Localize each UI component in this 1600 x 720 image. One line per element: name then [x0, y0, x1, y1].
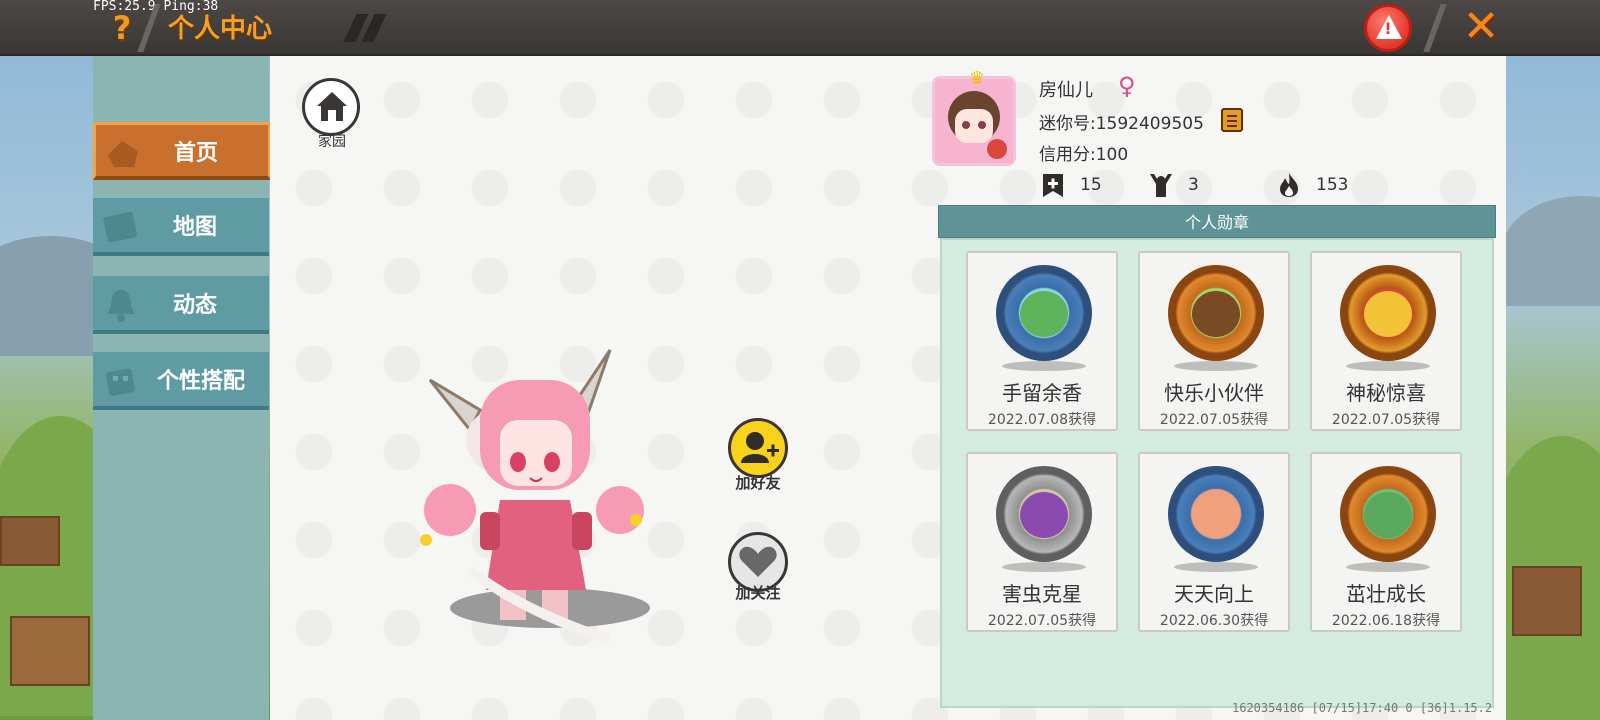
badge-card[interactable]: 手留余香 2022.07.08获得 — [966, 251, 1118, 431]
badge-name: 快乐小伙伴 — [1164, 381, 1264, 405]
build-info: 1620354186 [07/15]17:40 0 [36]1.15.2 — [1232, 701, 1493, 715]
username: 房仙儿 — [1039, 80, 1093, 101]
stat-value: 15 — [1080, 175, 1102, 195]
medal-shadow — [1174, 562, 1258, 572]
crown-icon: ♛ — [969, 68, 986, 89]
help-button[interactable]: ? — [104, 6, 140, 50]
badge-card[interactable]: 害虫克星 2022.07.05获得 — [966, 452, 1118, 632]
stat-fans: 3 — [1148, 170, 1199, 200]
nav-item-outfit[interactable]: 个性搭配 — [93, 352, 269, 410]
cheer-icon — [1150, 174, 1172, 197]
badge-medal-icon — [1168, 265, 1264, 361]
top-bar: FPS:25.9 Ping:38 ? 个人中心 ! ✕ — [0, 0, 1600, 56]
credit-score: 信用分:100 — [1039, 145, 1129, 165]
divider — [1423, 4, 1447, 52]
add-friend-label: 加好友 — [735, 474, 781, 492]
nav-item-home[interactable]: 首页 — [93, 122, 271, 180]
medal-shadow — [1346, 562, 1430, 572]
stat-value: 3 — [1188, 175, 1199, 195]
nav-item-label: 地图 — [172, 215, 217, 240]
avatar-portrait — [935, 79, 1013, 163]
badges-header: 个人勋章 — [938, 205, 1496, 238]
house-icon — [317, 92, 347, 121]
bookmark-plus-icon — [1043, 174, 1063, 197]
badge-date: 2022.07.08获得 — [987, 412, 1097, 428]
add-friend-icon — [741, 432, 779, 463]
badge-medal-icon — [1340, 265, 1436, 361]
badge-date: 2022.07.05获得 — [1331, 412, 1441, 428]
badge-name: 手留余香 — [1002, 381, 1082, 405]
badge-medal-icon — [996, 265, 1092, 361]
nav-item-label: 个性搭配 — [156, 369, 245, 394]
warning-mark: ! — [1384, 19, 1392, 38]
home-wall-icon — [108, 141, 138, 167]
close-button[interactable]: ✕ — [1456, 2, 1506, 52]
nav-item-label: 动态 — [172, 293, 217, 318]
nav-item-label: 首页 — [173, 140, 218, 166]
home-label: 家园 — [318, 134, 346, 150]
nav-item-feed[interactable]: 动态 — [93, 276, 269, 334]
background-scenery-left — [0, 56, 94, 720]
heart-icon — [739, 546, 777, 577]
gender-female-icon: ♀ — [1118, 72, 1136, 100]
background-scenery-right — [1492, 56, 1600, 720]
badge-card[interactable]: 茁壮成长 2022.06.18获得 — [1310, 452, 1462, 632]
medal-shadow — [1002, 562, 1086, 572]
badge-medal-icon — [1168, 466, 1264, 562]
flame-icon — [1280, 173, 1298, 197]
mini-id: 迷你号:1592409505 — [1039, 114, 1204, 134]
decorative-stripes — [343, 14, 390, 42]
stat-popularity: 153 — [1276, 170, 1348, 200]
badge-date: 2022.06.30获得 — [1159, 613, 1269, 629]
badge-name: 神秘惊喜 — [1346, 381, 1426, 405]
badge-card[interactable]: 天天向上 2022.06.30获得 — [1138, 452, 1290, 632]
badge-card[interactable]: 快乐小伙伴 2022.07.05获得 — [1138, 251, 1290, 431]
side-nav: 首页 地图 动态 个性搭配 — [93, 56, 271, 720]
badge-date: 2022.07.05获得 — [987, 613, 1097, 629]
badge-name: 茁壮成长 — [1346, 582, 1426, 606]
nav-item-map[interactable]: 地图 — [93, 198, 269, 256]
bell-icon — [107, 290, 135, 322]
badge-medal-icon — [1340, 466, 1436, 562]
badge-name: 天天向上 — [1174, 582, 1254, 606]
stat-bookmarks: 15 — [1040, 170, 1102, 200]
follow-label: 加关注 — [735, 584, 781, 602]
map-icon — [103, 211, 138, 243]
page-title: 个人中心 — [168, 14, 273, 44]
badge-medal-icon — [996, 466, 1092, 562]
badge-card[interactable]: 神秘惊喜 2022.07.05获得 — [1310, 251, 1462, 431]
badge-name: 害虫克星 — [1002, 582, 1082, 606]
copy-id-icon[interactable] — [1221, 108, 1243, 132]
stat-value: 153 — [1316, 175, 1349, 195]
medal-shadow — [1346, 361, 1430, 371]
report-button[interactable]: ! — [1364, 4, 1412, 52]
medal-shadow — [1174, 361, 1258, 371]
medal-shadow — [1002, 361, 1086, 371]
add-friend-button[interactable] — [728, 418, 788, 478]
badge-date: 2022.06.18获得 — [1331, 613, 1441, 629]
badge-date: 2022.07.05获得 — [1159, 412, 1269, 428]
player-character — [420, 349, 650, 645]
home-button[interactable] — [302, 78, 360, 136]
avatar[interactable] — [932, 76, 1016, 166]
